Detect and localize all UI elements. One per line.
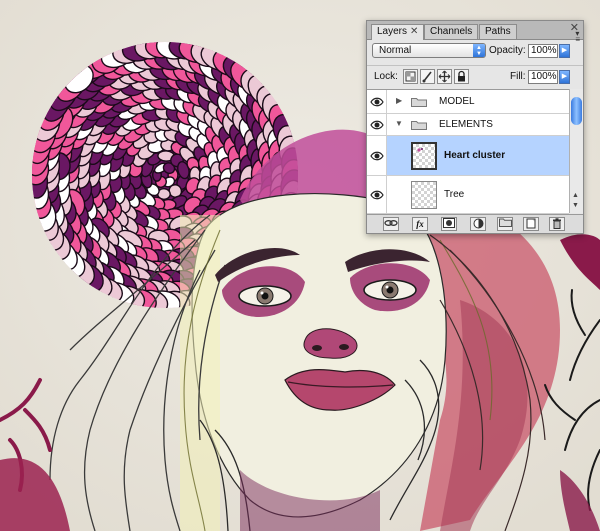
layer-row-model[interactable]: ▶ MODEL (367, 90, 569, 114)
layer-row-tree[interactable]: Tree (367, 176, 569, 214)
panel-footer: fx (367, 214, 583, 233)
layer-name: MODEL (439, 96, 475, 107)
scroll-down-icon[interactable]: ▼ (572, 202, 579, 209)
new-group-icon[interactable] (497, 217, 513, 231)
layer-list-scrollbar[interactable]: ▲ ▼ (569, 89, 583, 213)
visibility-toggle[interactable] (367, 136, 387, 175)
left-eye (238, 285, 292, 307)
folder-icon (411, 121, 427, 130)
eye-icon (370, 190, 384, 199)
tab-channels[interactable]: Channels (424, 24, 479, 39)
tab-close-icon[interactable]: ✕ (410, 26, 418, 37)
fill-arrow-icon[interactable]: ▶ (559, 70, 570, 84)
opacity-arrow-icon[interactable]: ▶ (559, 44, 570, 58)
opacity-field[interactable]: 100% (528, 44, 558, 58)
disclosure-triangle-right-icon[interactable]: ▶ (396, 96, 402, 105)
layer-name: ELEMENTS (439, 119, 493, 130)
new-layer-icon[interactable] (523, 217, 539, 231)
left-nostril (312, 345, 322, 351)
blend-mode-value: Normal (379, 45, 412, 56)
layer-style-fx-button[interactable]: fx (412, 217, 428, 231)
visibility-toggle[interactable] (367, 176, 387, 213)
blend-mode-select[interactable]: Normal ▲ ▼ (372, 43, 486, 58)
visibility-toggle[interactable] (367, 90, 387, 113)
scroll-thumb[interactable] (571, 97, 582, 125)
tab-channels-label: Channels (430, 26, 473, 37)
fill-field[interactable]: 100% (528, 70, 558, 84)
layer-name: Heart cluster (444, 150, 506, 161)
select-arrows-icon: ▲ ▼ (473, 44, 485, 57)
lock-pixels-icon[interactable] (420, 69, 435, 84)
scroll-up-icon[interactable]: ▲ (572, 192, 579, 199)
layer-thumbnail (411, 181, 437, 209)
layer-list: ▶ MODEL ▼ ELEMENTS Heart cluster Tree (367, 89, 569, 214)
visibility-toggle[interactable] (367, 114, 387, 135)
right-eye (363, 279, 417, 301)
lock-fill-row: Lock: Fill: 100% ▶ (367, 65, 583, 88)
layer-name: Tree (444, 189, 465, 200)
eye-icon (370, 97, 384, 106)
tab-paths[interactable]: Paths (479, 24, 517, 39)
lock-label: Lock: (374, 71, 398, 82)
trash-icon[interactable] (549, 217, 565, 231)
lock-position-icon[interactable] (437, 69, 452, 84)
eye-icon (370, 120, 384, 129)
tab-layers-label: Layers (377, 26, 408, 37)
lock-transparent-icon[interactable] (403, 69, 418, 84)
layer-row-heart-cluster[interactable]: Heart cluster (367, 136, 569, 176)
lock-all-icon[interactable] (454, 69, 469, 84)
eye-icon (370, 151, 384, 160)
fill-label: Fill: (510, 71, 526, 82)
link-layers-icon[interactable] (383, 217, 399, 231)
tab-paths-label: Paths (485, 26, 511, 37)
layer-row-elements[interactable]: ▼ ELEMENTS (367, 114, 569, 136)
blend-opacity-row: Normal ▲ ▼ Opacity: 100% ▶ (367, 42, 583, 62)
folder-icon (411, 98, 427, 107)
disclosure-triangle-down-icon[interactable]: ▼ (395, 119, 403, 128)
opacity-label: Opacity: (489, 45, 526, 56)
adjustment-layer-icon[interactable] (470, 217, 486, 231)
tab-layers[interactable]: Layers ✕ (371, 24, 425, 40)
layers-panel[interactable]: Layers ✕ Channels Paths ✕ ▾ ≡ Normal ▲ ▼ Op… (366, 20, 584, 234)
right-nostril (339, 344, 349, 350)
add-mask-icon[interactable] (441, 217, 457, 231)
layer-thumbnail (411, 142, 437, 170)
panel-tab-bar: Layers ✕ Channels Paths ✕ ▾ ≡ (367, 21, 583, 44)
